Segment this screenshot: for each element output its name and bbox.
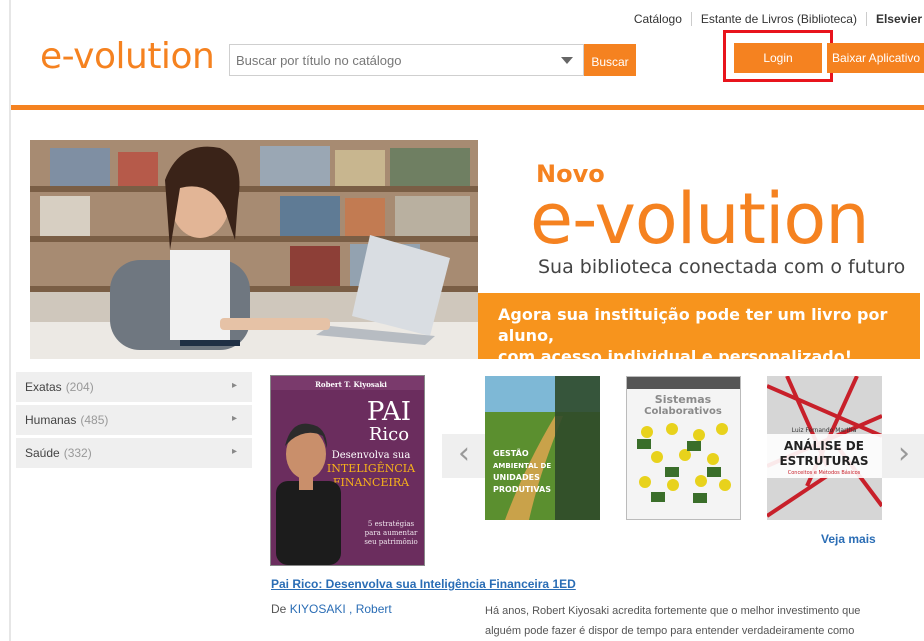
book-cover-pai-rico[interactable]: Robert T. Kiyosaki PAI Rico Desenvolva s… <box>270 375 425 566</box>
category-list: Exatas (204) ▸ Humanas (485) ▸ Saúde (332) … <box>16 372 252 471</box>
chevron-right-icon: ▸ <box>231 380 237 391</box>
login-button[interactable]: Login <box>734 43 822 73</box>
cover-subtitle: FINANCEIRA <box>333 476 410 489</box>
featured-book-title[interactable]: Pai Rico: Desenvolva sua Inteligência Fi… <box>271 577 576 591</box>
author-prefix: De <box>271 602 287 616</box>
category-item-exatas[interactable]: Exatas (204) ▸ <box>16 372 252 402</box>
category-count: (332) <box>63 446 92 460</box>
carousel-next-button[interactable]: › <box>882 434 924 478</box>
carousel-prev-button[interactable]: ‹ <box>442 434 486 478</box>
page-left-rule <box>9 0 11 641</box>
site-logo[interactable]: e-volution <box>40 36 215 77</box>
banner-subtitle: Sua biblioteca conectada com o futuro <box>538 256 906 278</box>
banner-strip: Agora sua instituição pode ter um livro … <box>478 293 920 359</box>
cover-title: Sistemas <box>655 393 712 406</box>
banner-strip-line: com acesso individual e personalizado! <box>498 347 853 359</box>
cover-title: Rico <box>369 424 409 445</box>
chevron-right-icon: ▸ <box>231 413 237 424</box>
banner-photo <box>30 140 478 359</box>
cover-subtitle: Desenvolva sua <box>332 450 411 461</box>
book-cover-analise-estruturas[interactable]: Luiz Fernando Martha ANÁLISE DE ESTRUTUR… <box>767 376 882 520</box>
cover-title: GESTÃO <box>493 448 529 458</box>
top-links: Catálogo Estante de Livros (Biblioteca) … <box>625 11 924 27</box>
category-count: (485) <box>80 413 109 427</box>
cover-title: Colaborativos <box>644 406 722 417</box>
catalog-link[interactable]: Catálogo <box>625 12 691 26</box>
cover-title: UNIDADES <box>493 473 540 482</box>
book-cover-sistemas-colaborativos[interactable]: Sistemas Colaborativos <box>626 376 741 520</box>
author-link[interactable]: KIYOSAKI , Robert <box>290 602 392 616</box>
book-cover-gestao-ambiental[interactable]: GESTÃO AMBIENTAL DE UNIDADES PRODUTIVAS <box>485 376 600 520</box>
cover-title: ESTRUTURAS <box>779 454 868 468</box>
cover-title: AMBIENTAL DE <box>493 462 551 470</box>
book-carousel: Robert T. Kiyosaki PAI Rico Desenvolva s… <box>265 372 924 572</box>
see-more-link[interactable]: Veja mais <box>821 532 876 546</box>
featured-author-line: De KIYOSAKI , Robert <box>271 602 392 616</box>
cover-tagline: seu patrimônio <box>364 538 417 546</box>
banner-strip-line: Agora sua instituição pode ter um livro … <box>498 305 888 345</box>
search-button[interactable]: Buscar <box>584 44 636 76</box>
download-app-button[interactable]: Baixar Aplicativo <box>827 43 924 73</box>
cover-tagline: 5 estratégias <box>368 520 415 528</box>
cover-title: PAI <box>367 397 411 427</box>
featured-description: Há anos, Robert Kiyosaki acredita fortem… <box>485 601 905 641</box>
description-line: alguém pode fazer é dispor de tempo para… <box>485 625 855 637</box>
description-line: Há anos, Robert Kiyosaki acredita fortem… <box>485 605 861 617</box>
dropdown-caret-icon[interactable] <box>561 57 573 64</box>
cover-subtitle: INTELIGÊNCIA <box>327 461 416 475</box>
cover-title: ANÁLISE DE <box>784 438 864 453</box>
search-box <box>229 44 584 76</box>
elsevier-link[interactable]: Elsevier <box>867 12 924 26</box>
cover-author: Robert T. Kiyosaki <box>315 380 387 389</box>
header-divider <box>11 105 924 110</box>
category-label: Humanas <box>25 413 77 427</box>
cover-tagline: para aumentar <box>365 529 418 537</box>
category-item-humanas[interactable]: Humanas (485) ▸ <box>16 405 252 435</box>
category-label: Exatas <box>25 380 62 394</box>
search-input[interactable] <box>230 45 550 75</box>
cover-subtitle: Conceitos e Métodos Básicos <box>788 469 861 476</box>
cover-author: Luiz Fernando Martha <box>792 427 857 434</box>
category-count: (204) <box>65 380 94 394</box>
promo-banner[interactable]: Novo e-volution Sua biblioteca conectada… <box>30 140 920 359</box>
cover-title: PRODUTIVAS <box>493 485 551 494</box>
banner-title: e-volution <box>530 178 870 260</box>
library-shelf-link[interactable]: Estante de Livros (Biblioteca) <box>692 12 866 26</box>
category-item-saude[interactable]: Saúde (332) ▸ <box>16 438 252 468</box>
category-label: Saúde <box>25 446 60 460</box>
chevron-right-icon: ▸ <box>231 446 237 457</box>
